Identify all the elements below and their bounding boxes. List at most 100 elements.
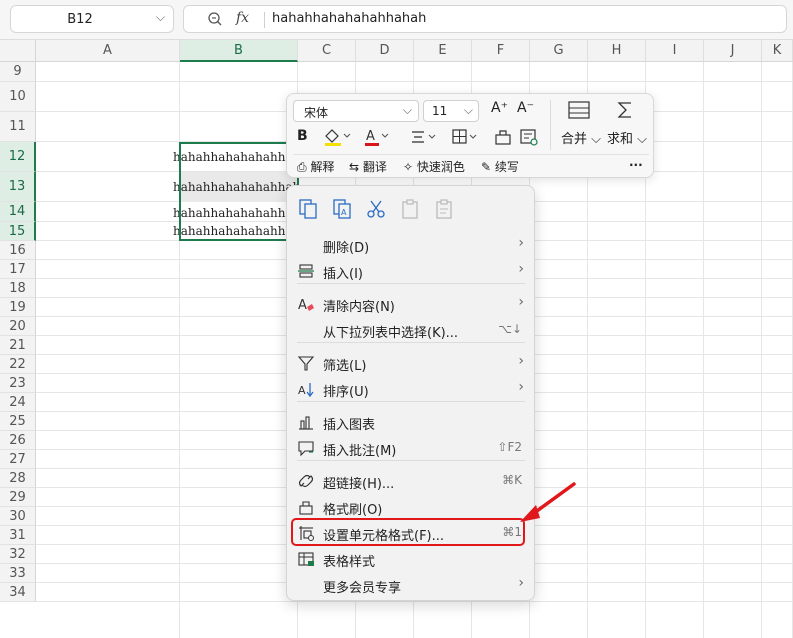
continue-writing-button[interactable]: ✎ 续写 — [481, 158, 519, 175]
column-header-e[interactable]: E — [414, 40, 472, 62]
column-header-h[interactable]: H — [588, 40, 646, 62]
align-icon[interactable] — [409, 127, 439, 147]
menu-item-insert[interactable]: 插入(I) › — [287, 258, 536, 284]
formula-value[interactable]: hahahhahahahahhahah — [272, 11, 426, 26]
chevron-right-icon: › — [518, 235, 524, 251]
more-options-button[interactable]: ··· — [629, 158, 643, 172]
column-header-i[interactable]: I — [646, 40, 704, 62]
row-header-31[interactable]: 31 — [0, 526, 36, 545]
row-header-19[interactable]: 19 — [0, 298, 36, 317]
sum-icon[interactable] — [615, 100, 637, 120]
merge-button[interactable]: 合并 ⌵ — [561, 128, 601, 147]
translate-button[interactable]: ⇆ 翻译 — [349, 158, 387, 175]
row-header-26[interactable]: 26 — [0, 431, 36, 450]
row-header-30[interactable]: 30 — [0, 507, 36, 526]
explain-button[interactable]: ⎙ 解释 — [297, 158, 334, 175]
conditional-format-icon[interactable] — [519, 127, 539, 147]
menu-item-sort[interactable]: A 排序(U) › — [287, 376, 536, 402]
row-header-17[interactable]: 17 — [0, 260, 36, 279]
menu-item-member-more[interactable]: 更多会员专享 › — [287, 572, 536, 598]
copy-as-text-icon[interactable]: A — [331, 198, 353, 220]
row-header-10[interactable]: 10 — [0, 82, 36, 112]
name-box[interactable]: B12 ⌵ — [10, 5, 174, 33]
menu-item-pick-from-list[interactable]: 从下拉列表中选择(K)... ⌥↓ — [287, 317, 536, 343]
menu-item-insert-comment[interactable]: 插入批注(M) ⇧F2 — [287, 435, 536, 461]
border-icon[interactable] — [451, 127, 481, 147]
row-header-32[interactable]: 32 — [0, 545, 36, 564]
format-painter-icon[interactable] — [493, 127, 513, 147]
row-header-21[interactable]: 21 — [0, 336, 36, 355]
font-color-icon[interactable]: A — [363, 127, 391, 147]
chevron-down-icon[interactable]: ⌵ — [156, 10, 165, 25]
row-header-14[interactable]: 14 — [0, 202, 36, 222]
row-header-33[interactable]: 33 — [0, 564, 36, 583]
menu-item-table-style[interactable]: 表格样式 — [287, 546, 536, 572]
insert-comment-icon — [298, 441, 314, 457]
menu-item-shortcut: ⇧F2 — [497, 440, 522, 454]
copy-icon[interactable] — [297, 198, 319, 220]
chevron-right-icon: › — [518, 261, 524, 277]
column-header-c[interactable]: C — [298, 40, 356, 62]
font-size-select[interactable]: 11 ⌵ — [423, 100, 479, 122]
row-header-12[interactable]: 12 — [0, 142, 36, 172]
bold-button[interactable]: B — [297, 128, 308, 144]
zoom-icon[interactable] — [206, 10, 224, 28]
column-header-b[interactable]: B — [180, 40, 298, 62]
row-header-34[interactable]: 34 — [0, 583, 36, 602]
filter-icon — [297, 356, 315, 371]
column-header-a[interactable]: A — [36, 40, 180, 62]
menu-item-label: 清除内容(N) — [323, 300, 395, 315]
row-header-15[interactable]: 15 — [0, 222, 36, 241]
row-header-13[interactable]: 13 — [0, 172, 36, 202]
row-header-23[interactable]: 23 — [0, 374, 36, 393]
formula-input[interactable]: fx hahahhahahahahhahah — [183, 5, 787, 33]
column-header-g[interactable]: G — [530, 40, 588, 62]
font-name-select[interactable]: 宋体 ⌵ — [293, 100, 419, 122]
column-header-j[interactable]: J — [704, 40, 762, 62]
row-header-25[interactable]: 25 — [0, 412, 36, 431]
fill-color-icon[interactable] — [323, 127, 351, 147]
cut-icon[interactable] — [365, 198, 387, 220]
row-header-28[interactable]: 28 — [0, 469, 36, 488]
chevron-right-icon: › — [518, 294, 524, 310]
row-header-24[interactable]: 24 — [0, 393, 36, 412]
fx-icon[interactable]: fx — [236, 10, 249, 26]
paste-icon — [402, 199, 418, 219]
increase-font-icon[interactable]: A⁺ — [491, 100, 508, 116]
row-header-22[interactable]: 22 — [0, 355, 36, 374]
select-all-corner[interactable] — [0, 40, 36, 62]
formula-bar: B12 ⌵ fx hahahhahahahahhahah — [0, 0, 793, 40]
grid-column-line — [761, 62, 762, 638]
menu-item-label: 插入图表 — [323, 418, 376, 433]
font-size-value: 11 — [432, 104, 448, 118]
menu-item-format-brush[interactable]: 格式刷(O) — [287, 494, 536, 520]
column-header-k[interactable]: K — [762, 40, 793, 62]
row-header-18[interactable]: 18 — [0, 279, 36, 298]
pen-icon: ✎ — [481, 160, 492, 174]
explain-icon: ⎙ — [297, 160, 307, 174]
toolbar-divider — [550, 100, 551, 150]
row-header-9[interactable]: 9 — [0, 62, 36, 82]
column-header-d[interactable]: D — [356, 40, 414, 62]
merge-cells-icon[interactable] — [567, 100, 591, 120]
menu-item-shortcut: ⌥↓ — [498, 322, 522, 336]
menu-item-delete[interactable]: 删除(D) › — [287, 232, 536, 258]
svg-text:A: A — [298, 384, 306, 397]
menu-item-label: 超链接(H)... — [323, 477, 395, 492]
row-header-20[interactable]: 20 — [0, 317, 36, 336]
menu-item-clear-content[interactable]: A 清除内容(N) › — [287, 291, 536, 317]
svg-text:A: A — [341, 208, 347, 217]
menu-item-filter[interactable]: 筛选(L) › — [287, 350, 536, 376]
chevron-right-icon: › — [518, 353, 524, 369]
column-header-f[interactable]: F — [472, 40, 530, 62]
menu-item-hyperlink[interactable]: 超链接(H)... ⌘K — [287, 468, 536, 494]
table-style-icon — [298, 552, 314, 566]
quick-color-button[interactable]: ✧ 快速润色 — [403, 158, 465, 175]
row-header-11[interactable]: 11 — [0, 112, 36, 142]
sum-button[interactable]: 求和 ⌵ — [607, 128, 647, 147]
menu-item-insert-chart[interactable]: 插入图表 — [287, 409, 536, 435]
row-header-27[interactable]: 27 — [0, 450, 36, 469]
row-header-29[interactable]: 29 — [0, 488, 36, 507]
row-header-16[interactable]: 16 — [0, 241, 36, 260]
decrease-font-icon[interactable]: A⁻ — [517, 100, 534, 116]
